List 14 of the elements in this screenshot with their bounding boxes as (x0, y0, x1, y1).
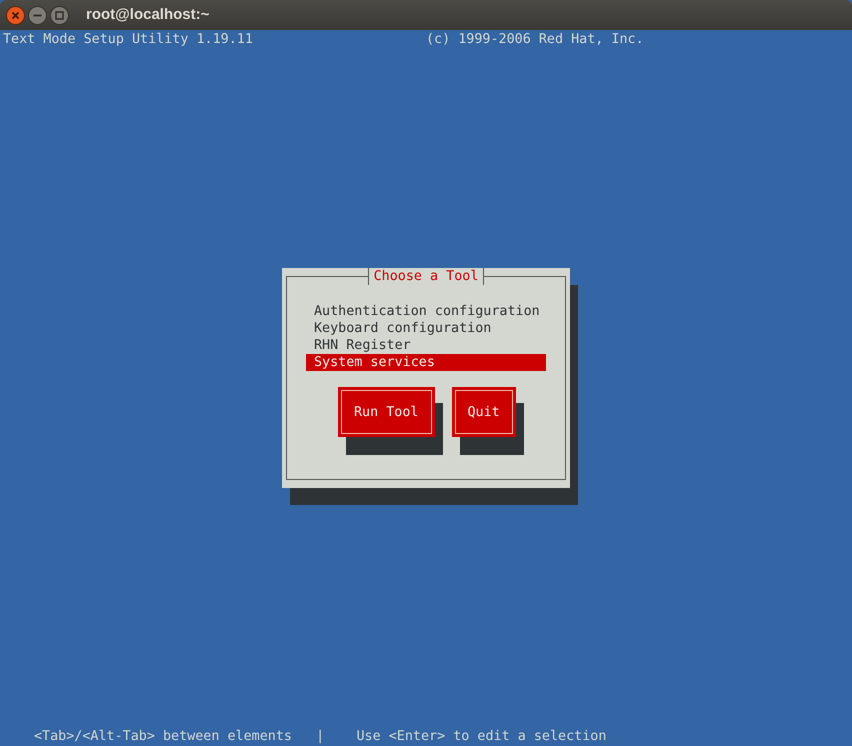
menu-item[interactable]: Authentication configuration (306, 303, 546, 320)
status-text: <Tab>/<Alt-Tab> between elements | Use <Enter> to edit a selection (34, 728, 606, 745)
menu-item[interactable]: RHN Register (306, 337, 546, 354)
dialog-title: Choose a Tool (368, 268, 484, 285)
menu-item[interactable]: Keyboard configuration (306, 320, 546, 337)
dialog-button[interactable]: Quit (452, 387, 516, 437)
menu-item[interactable]: System services (306, 354, 546, 371)
window-title: root@localhost:~ (86, 4, 210, 25)
header-text: Text Mode Setup Utility 1.19.11 (3, 31, 253, 48)
close-icon[interactable] (6, 6, 25, 24)
minimize-icon[interactable] (28, 6, 47, 24)
maximize-icon[interactable] (50, 6, 69, 24)
dialog-button[interactable]: Run Tool (338, 387, 434, 437)
header-text: (c) 1999-2006 Red Hat, Inc. (426, 31, 644, 48)
